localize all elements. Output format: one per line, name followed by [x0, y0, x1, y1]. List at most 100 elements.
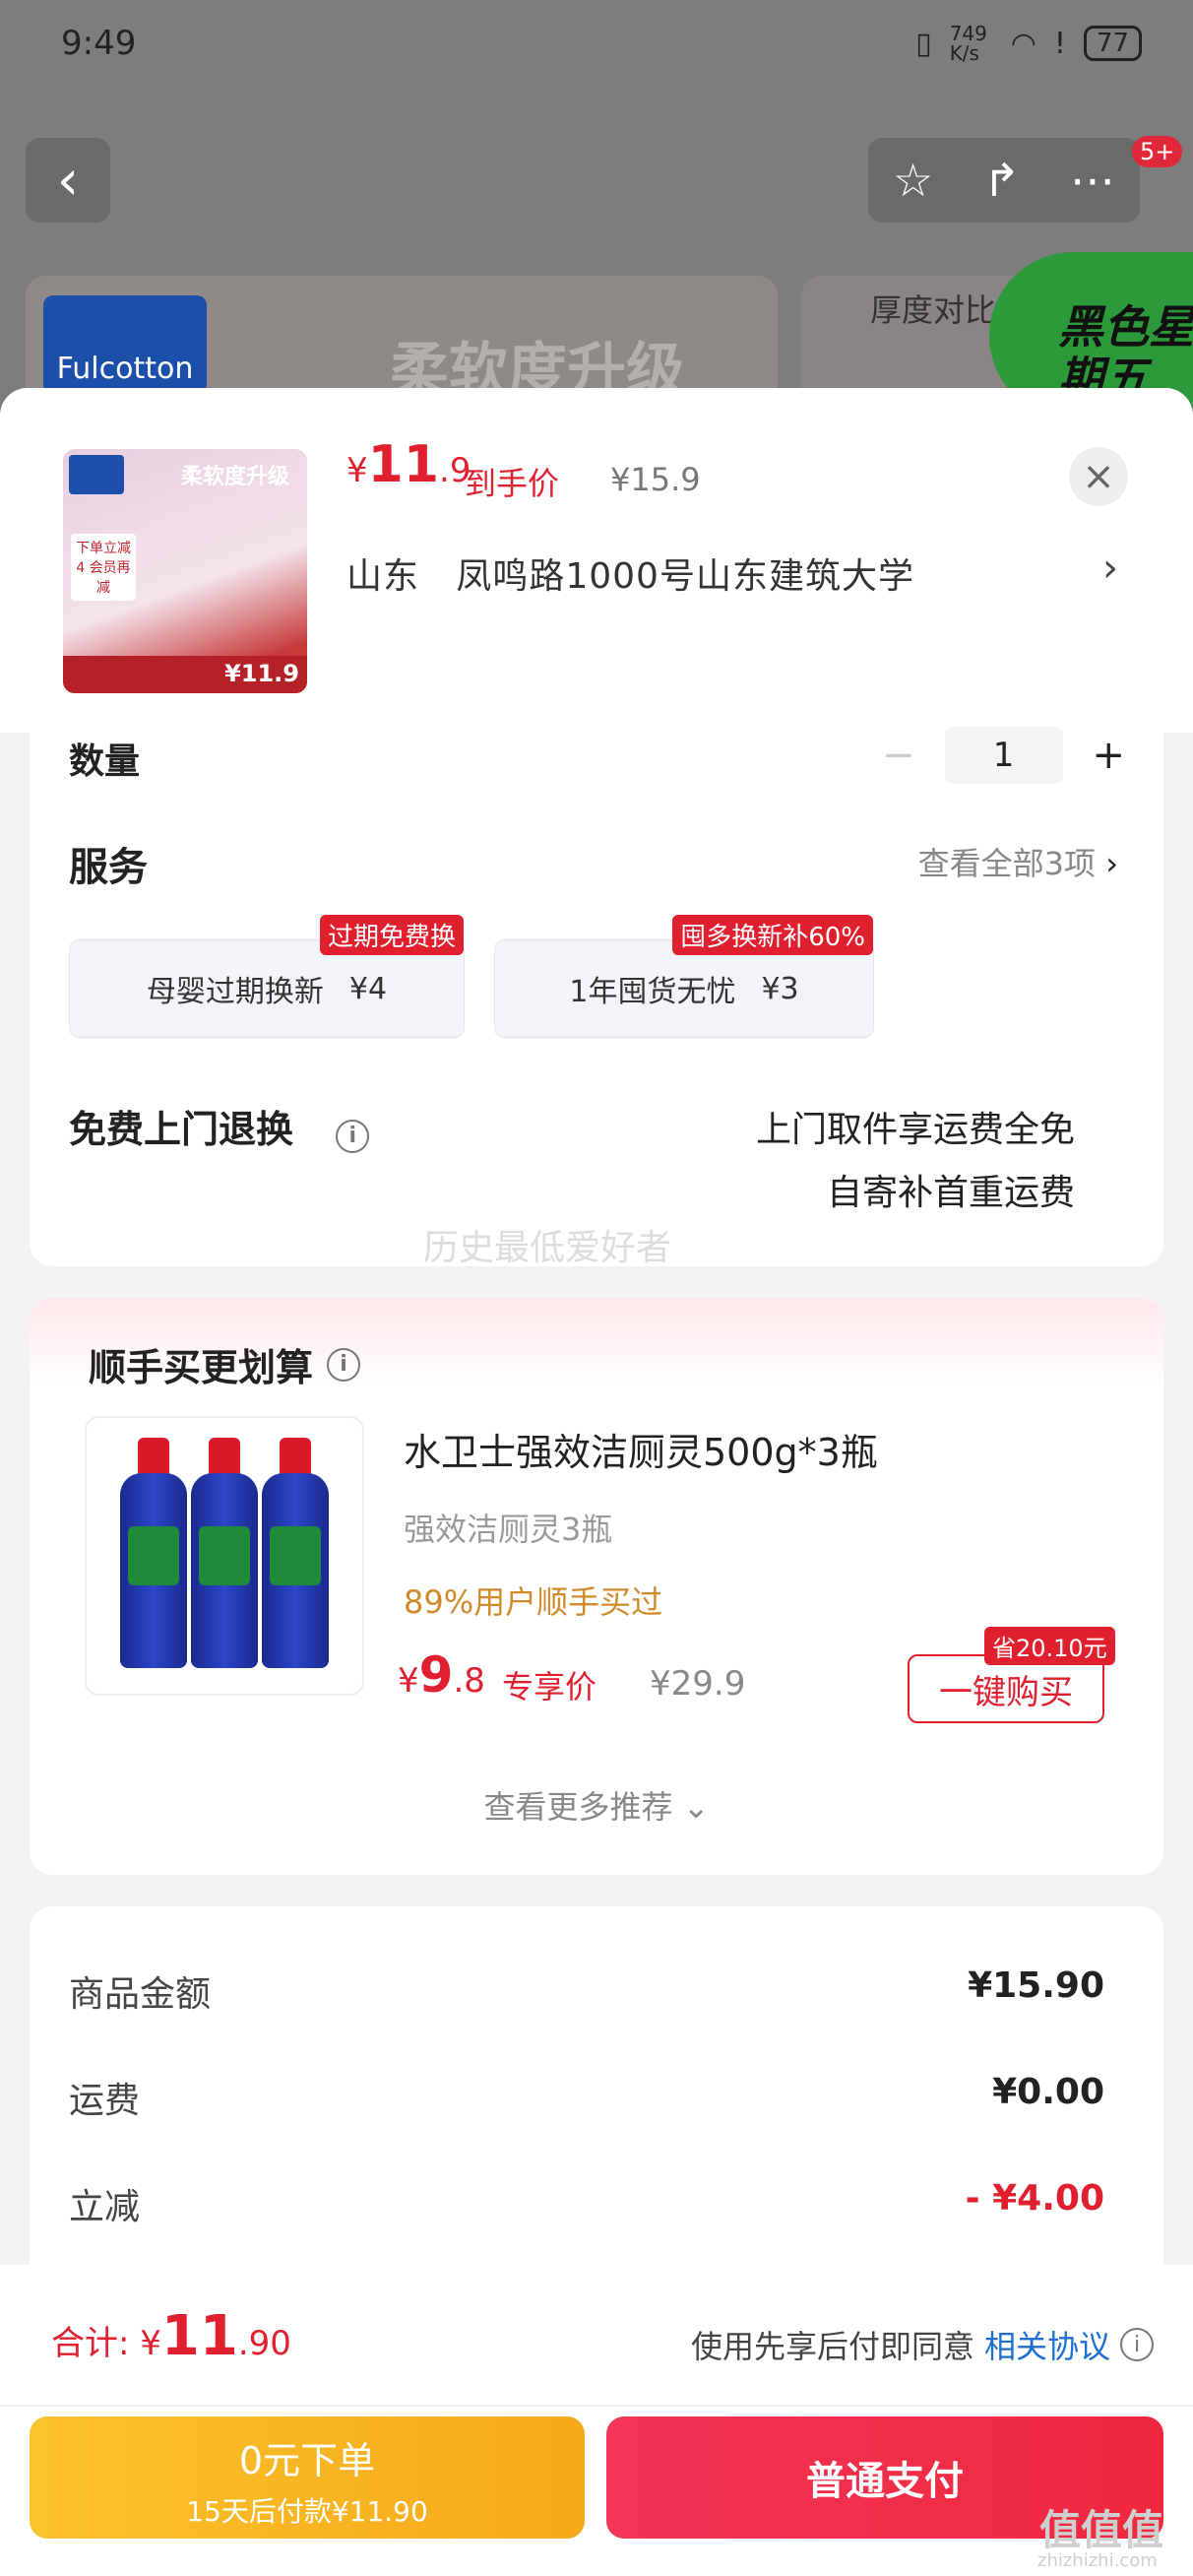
banner-right-text: 厚度对比: [870, 291, 997, 329]
thumb-headline: 柔软度升级: [181, 465, 290, 489]
divider: [0, 2405, 1193, 2407]
price-integer: 9: [418, 1646, 454, 1704]
thumb-logo: [69, 455, 124, 494]
vibrate-icon: ▯: [915, 26, 932, 61]
service-option-stock[interactable]: 囤多换新补60% 1年囤货无忧 ¥3: [494, 915, 874, 1038]
status-time: 9:49: [61, 24, 137, 63]
plus-icon[interactable]: +: [1093, 733, 1126, 778]
brand-logo: Fulcotton: [43, 295, 207, 394]
service-price: ¥3: [761, 971, 799, 1006]
recommend-product-image[interactable]: [85, 1416, 364, 1696]
top-action-group: ☆ ↱ ⋯: [868, 138, 1140, 223]
quantity-stepper: − 1 +: [882, 727, 1125, 784]
service-badge: 囤多换新补60%: [672, 915, 873, 955]
total-label: 合计:: [51, 2324, 130, 2363]
close-icon: ×: [1082, 454, 1115, 499]
recommend-price-label: 专享价: [502, 1668, 597, 1706]
bottle-image: [191, 1438, 258, 1668]
summary-label: 立减: [69, 2187, 141, 2227]
minus-icon[interactable]: −: [882, 733, 915, 778]
battery-icon: 77: [1083, 26, 1142, 61]
summary-row: 商品金额 ¥15.90: [69, 1965, 1104, 2017]
summary-label: 商品金额: [69, 1974, 212, 2015]
pay-later-button[interactable]: 0元下单 15天后付款¥11.90: [30, 2416, 585, 2539]
recommend-product-name[interactable]: 水卫士强效洁厕灵500g*3瓶: [404, 1422, 878, 1476]
close-button[interactable]: ×: [1069, 447, 1128, 506]
notification-badge: 5+: [1132, 136, 1183, 167]
free-return-line1: 上门取件享运费全免: [755, 1110, 1075, 1150]
site-watermark-domain: zhizhizhi.com: [1037, 2550, 1158, 2571]
agreement-link[interactable]: 相关协议: [984, 2322, 1110, 2367]
final-price-label: 到手价: [465, 465, 560, 502]
bottle-image: [262, 1438, 329, 1668]
summary-row: 立减 - ¥4.00: [69, 2178, 1104, 2229]
services-title: 服务: [69, 845, 148, 890]
recommend-original-price: ¥29.9: [650, 1664, 746, 1704]
alert-icon: !: [1053, 26, 1066, 61]
info-icon[interactable]: i: [336, 1119, 370, 1153]
quantity-input[interactable]: 1: [944, 727, 1063, 784]
checkout-bar: 合计: ¥11.90 使用先享后付即同意 相关协议 i 0元下单 15天后付款¥1…: [0, 2265, 1193, 2576]
checkout-sheet: 柔软度升级 下单立减4 会员再减 ¥11.9 ¥11.9 到手价 ¥15.9 ×…: [0, 388, 1193, 2576]
view-more-recommend[interactable]: 查看更多推荐 ⌄: [30, 1782, 1163, 1828]
free-return-line2: 自寄补首重运费: [826, 1173, 1075, 1213]
services-view-all[interactable]: 查看全部3项 ›: [918, 839, 1118, 884]
info-icon[interactable]: i: [327, 1347, 361, 1382]
quantity-label: 数量: [69, 741, 141, 782]
service-price: ¥4: [348, 971, 388, 1006]
thumb-note: 下单立减4 会员再减: [71, 534, 136, 601]
chevron-right-icon[interactable]: ›: [1102, 546, 1118, 591]
thumb-price: ¥11.9: [224, 660, 299, 687]
currency-symbol: ¥: [140, 2324, 161, 2363]
service-label: 1年囤货无忧: [569, 975, 736, 1009]
view-all-label: 查看全部3项: [917, 845, 1097, 882]
net-speed: 749 K/s: [949, 22, 987, 65]
recommend-card: 顺手买更划算 i 水卫士强效洁厕灵500g*3瓶 强效洁厕灵3瓶 89%用户顺手…: [30, 1298, 1163, 1875]
chevron-right-icon: ›: [1105, 845, 1118, 882]
recommend-popularity: 89%用户顺手买过: [404, 1583, 663, 1621]
summary-row: 运费 ¥0.00: [69, 2072, 1104, 2123]
star-icon[interactable]: ☆: [893, 154, 933, 207]
total-price: 合计: ¥11.90: [51, 2304, 291, 2368]
recommend-title-label: 顺手买更划算: [89, 1346, 314, 1389]
info-icon[interactable]: i: [1120, 2328, 1154, 2361]
pay-later-title: 0元下单: [238, 2439, 376, 2482]
wifi-icon: ◠: [1010, 26, 1036, 61]
agreement-label: 使用先享后付即同意: [690, 2328, 974, 2365]
recommend-subtitle: 强效洁厕灵3瓶: [404, 1511, 613, 1548]
shipping-address[interactable]: 山东 凤鸣路1000号山东建筑大学: [346, 547, 914, 599]
service-badge: 过期免费换: [319, 915, 464, 955]
price-decimal: .8: [453, 1661, 485, 1701]
service-option-expiry[interactable]: 过期免费换 母婴过期换新 ¥4: [69, 915, 465, 1038]
pay-later-subtitle: 15天后付款¥11.90: [186, 2495, 428, 2528]
options-card: 数量 − 1 + 服务 查看全部3项 › 过期免费换 母婴过期换新 ¥4 囤多换…: [30, 727, 1163, 1268]
product-thumbnail: 柔软度升级 下单立减4 会员再减 ¥11.9: [63, 449, 307, 693]
price-integer: 11: [367, 435, 440, 494]
sheet-header: 柔软度升级 下单立减4 会员再减 ¥11.9 ¥11.9 到手价 ¥15.9 ×…: [0, 388, 1193, 733]
total-decimal: .90: [237, 2324, 291, 2363]
save-badge: 省20.10元: [984, 1627, 1115, 1665]
original-price: ¥15.9: [610, 461, 701, 498]
status-icons: ▯ 749 K/s ◠ ! 77: [915, 24, 1142, 63]
currency-symbol: ¥: [398, 1661, 419, 1701]
chevron-left-icon: ‹: [56, 148, 80, 213]
bottle-image: [120, 1438, 187, 1668]
summary-value: - ¥4.00: [965, 2178, 1104, 2219]
share-icon[interactable]: ↱: [982, 154, 1021, 207]
summary-label: 运费: [69, 2081, 141, 2121]
free-return-title: 免费上门退换 i: [69, 1099, 370, 1153]
chevron-down-icon: ⌄: [682, 1788, 710, 1826]
back-button[interactable]: ‹: [26, 138, 110, 223]
total-integer: 11: [160, 2304, 238, 2368]
site-watermark: 值值值: [1039, 2506, 1164, 2554]
final-price: ¥11.9: [346, 435, 471, 494]
agreement-text: 使用先享后付即同意 相关协议 i: [691, 2322, 1154, 2367]
service-label: 母婴过期换新: [146, 975, 324, 1009]
recommend-price: ¥9.8: [398, 1646, 485, 1704]
watermark-text: 历史最低爱好者: [423, 1228, 672, 1268]
free-return-label: 免费上门退换: [69, 1108, 294, 1151]
more-icon[interactable]: ⋯: [1070, 154, 1115, 207]
summary-value: ¥15.90: [968, 1965, 1104, 2006]
view-more-label: 查看更多推荐: [483, 1788, 673, 1826]
summary-value: ¥0.00: [992, 2072, 1104, 2112]
